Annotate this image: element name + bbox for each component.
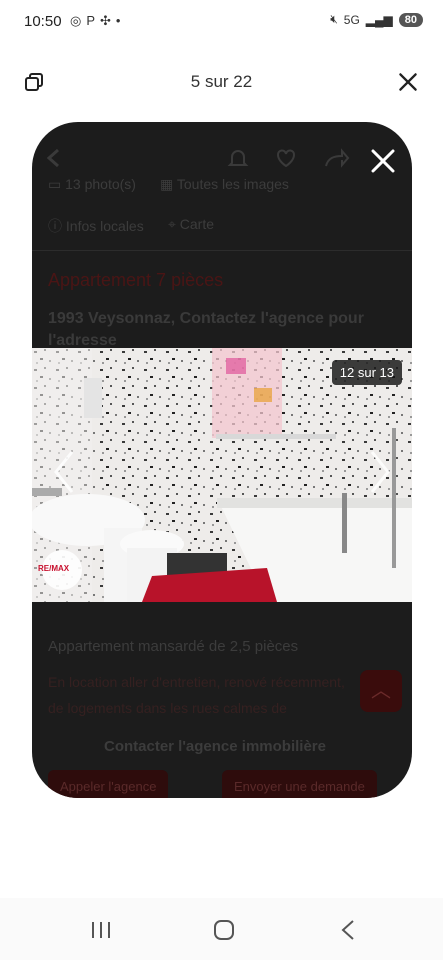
modal-close-icon[interactable] <box>368 146 398 176</box>
photo-counter: 12 sur 13 <box>331 360 402 385</box>
mute-icon: 🔇︎ <box>330 12 338 26</box>
close-icon[interactable] <box>395 69 421 95</box>
network-type: 5G <box>343 12 360 27</box>
bg-contact-heading: Contacter l'agence immobilière <box>104 738 326 755</box>
bg-address-line1: 1993 Veysonnaz, Contactez l'agence pour <box>48 310 364 327</box>
bathroom-photo <box>32 348 412 602</box>
bg-photo-count: ▭ 13 photo(s) <box>48 176 136 192</box>
battery-level: 80 <box>398 12 423 27</box>
chevron-left-icon[interactable] <box>50 448 78 496</box>
recent-apps-icon[interactable] <box>90 918 112 942</box>
screenshot-preview: ▭ 13 photo(s) ▦ Toutes les images ⓘ Info… <box>32 122 412 798</box>
bg-listing-title: Appartement 7 pièces <box>48 270 224 290</box>
dot-icon: • <box>115 13 126 28</box>
bg-divider <box>32 250 412 251</box>
bg-similar-desc2: de logements dans les rues calmes de <box>48 700 287 716</box>
bg-local-info: ⓘ Infos locales <box>48 218 144 234</box>
status-time: 10:50 <box>24 13 62 30</box>
back-arrow-icon <box>46 148 59 168</box>
home-icon[interactable] <box>212 918 236 942</box>
system-nav-bar <box>0 898 443 960</box>
bg-similar-desc1: En location aller d'entretien, renové ré… <box>48 674 345 690</box>
page-counter: 5 sur 22 <box>190 72 253 91</box>
share-icon <box>325 148 350 168</box>
heart-icon <box>277 149 295 168</box>
status-bar: 10:50 ◎P✣• 🔇︎ 5G ▂▄▆ 80 <box>0 0 443 44</box>
signal-icon: ▂▄▆ <box>365 12 393 27</box>
bg-map: ⌖ Carte <box>168 216 215 232</box>
bg-scroll-top-button: ︿ <box>360 670 402 712</box>
parking-icon: P <box>86 13 101 28</box>
whatsapp-icon: ◎ <box>70 13 87 28</box>
bg-call-button: Appeler l'agence <box>48 770 169 798</box>
notification-icons: ◎P✣• <box>70 13 125 29</box>
bg-similar-title: Appartement mansardé de 2,5 pièces <box>48 638 299 655</box>
remax-logo: RE/MAX <box>38 564 70 573</box>
bell-icon <box>227 150 249 166</box>
bg-message-button: Envoyer une demande <box>222 770 377 798</box>
status-right-icons: 🔇︎ 5G ▂▄▆ 80 <box>330 12 423 27</box>
listing-photo[interactable]: RE/MAX 12 sur 13 <box>32 348 412 602</box>
back-icon[interactable] <box>338 918 358 942</box>
fan-icon: ✣ <box>100 13 116 28</box>
bg-all-images: ▦ Toutes les images <box>160 176 289 192</box>
viewer-toolbar: 5 sur 22 <box>0 60 443 104</box>
chevron-right-icon[interactable] <box>366 448 394 496</box>
